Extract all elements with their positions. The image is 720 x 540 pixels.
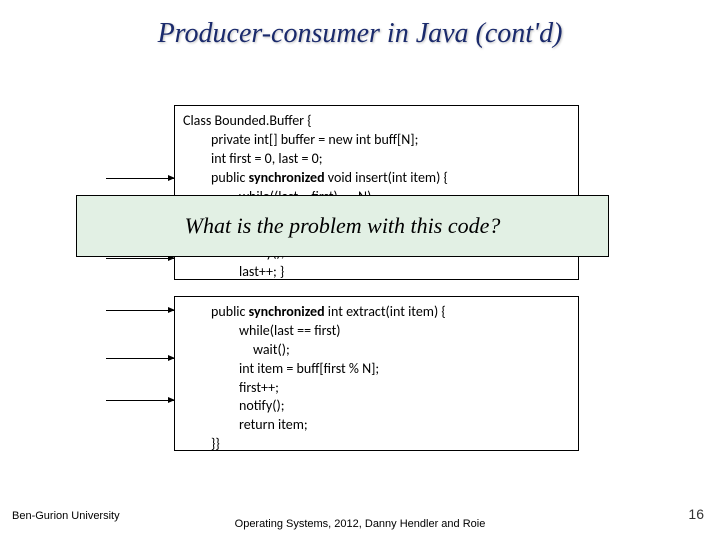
- code-text: public: [211, 169, 249, 186]
- arrow-icon: [106, 358, 174, 359]
- code-line: notify();: [183, 397, 570, 416]
- slide-number: 16: [688, 506, 704, 522]
- code-line: int item = buff[first % N];: [183, 360, 570, 379]
- arrow-icon: [106, 310, 174, 311]
- code-line: }}: [183, 435, 570, 454]
- code-line: return item;: [183, 416, 570, 435]
- code-line: while(last == first): [183, 322, 570, 341]
- code-keyword: synchronized: [249, 303, 325, 320]
- code-line: private int[] buffer = new int buff[N];: [183, 131, 570, 150]
- code-line: public synchronized int extract(int item…: [183, 303, 570, 322]
- code-line: public synchronized void insert(int item…: [183, 169, 570, 188]
- code-box-extract: public synchronized int extract(int item…: [174, 296, 579, 451]
- code-line: int first = 0, last = 0;: [183, 150, 570, 169]
- code-line: wait();: [183, 341, 570, 360]
- code-line: last++; }: [183, 263, 570, 282]
- arrow-icon: [106, 178, 174, 179]
- code-text: int extract(int item) {: [325, 303, 446, 320]
- code-text: void insert(int item) {: [325, 169, 448, 186]
- code-keyword: synchronized: [249, 169, 325, 186]
- code-line: Class Bounded.Buffer {: [183, 112, 312, 129]
- slide-title: Producer-consumer in Java (cont'd): [0, 0, 720, 50]
- arrow-icon: [106, 258, 174, 259]
- code-text: public: [211, 303, 249, 320]
- code-line: first++;: [183, 379, 570, 398]
- footer-center: Operating Systems, 2012, Danny Hendler a…: [0, 518, 720, 530]
- arrow-icon: [106, 400, 174, 401]
- callout-overlay: What is the problem with this code?: [76, 195, 609, 257]
